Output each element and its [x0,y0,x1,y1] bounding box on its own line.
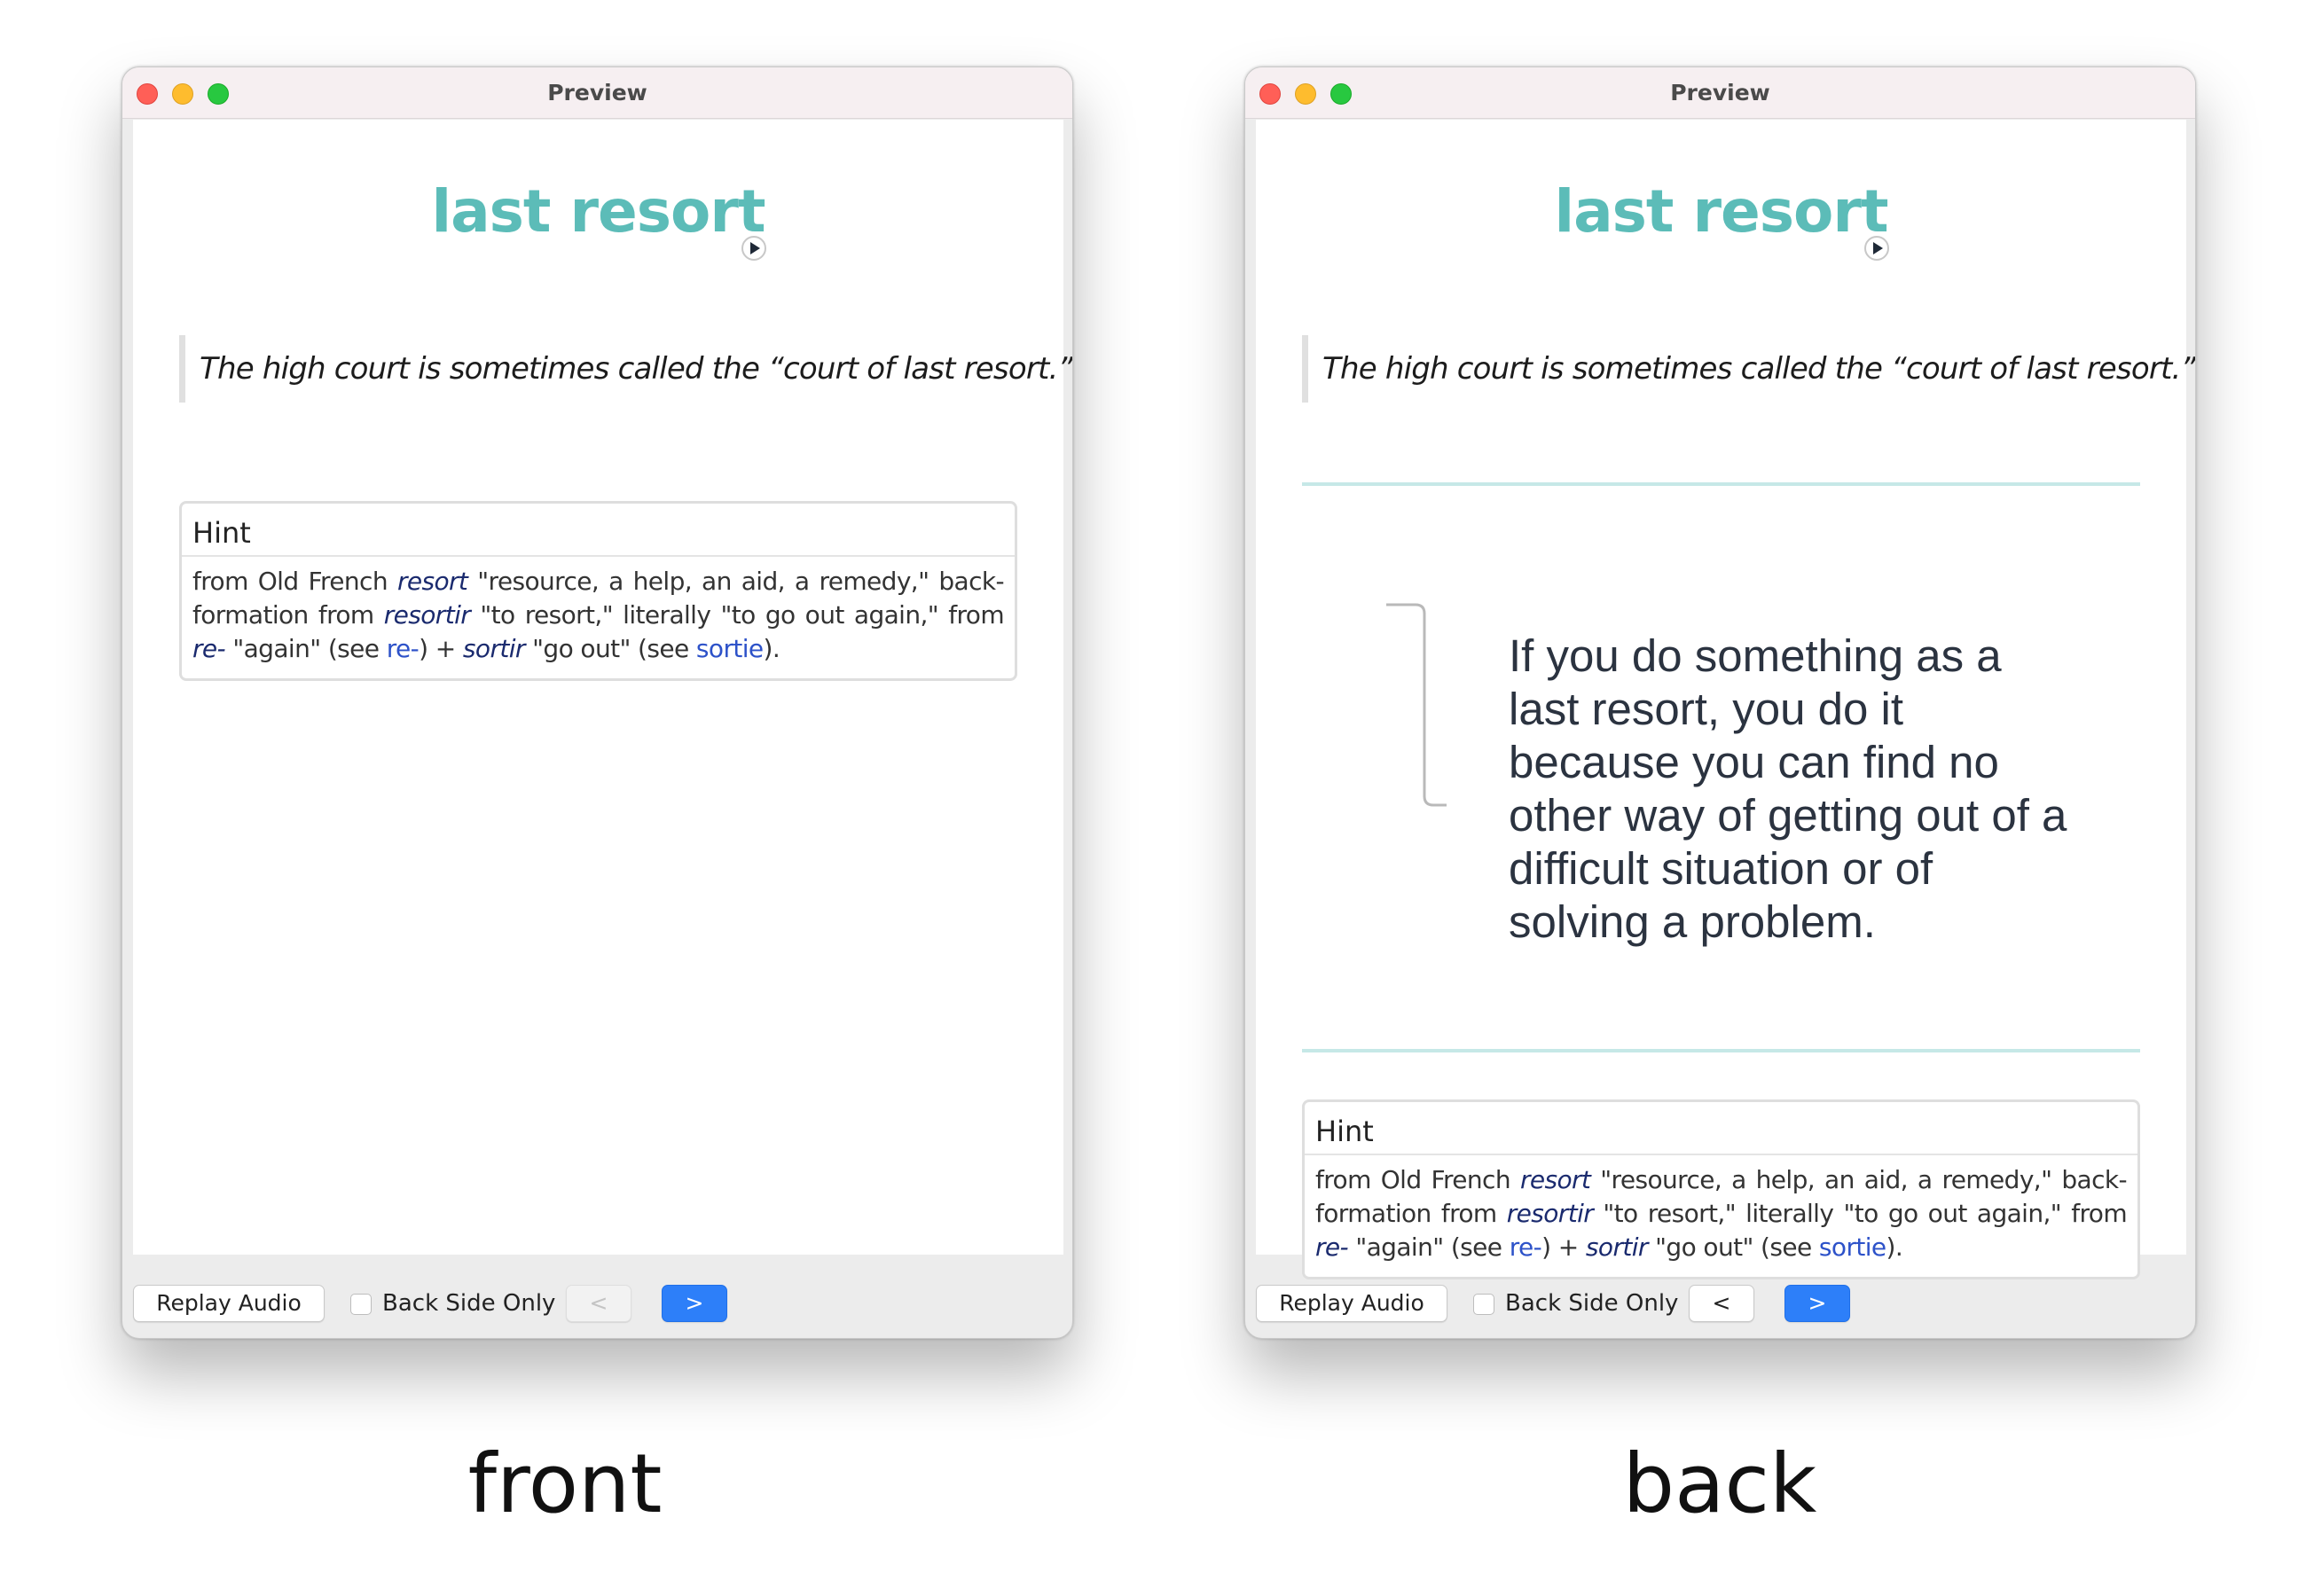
previous-button[interactable]: < [566,1285,631,1322]
previous-button[interactable]: < [1689,1285,1754,1322]
back-side-only-checkbox[interactable] [350,1294,372,1315]
hint-etymology: from Old French resort "resource, a help… [1305,1155,2137,1264]
preview-window-front: Preview last resort The high court is so… [122,66,1073,1339]
caption-back: back [1622,1436,1817,1531]
hint-text: "to resort," literally "to go out again,… [470,600,1004,630]
hint-term: resort [396,567,468,596]
hint-term: re- [192,634,226,663]
hint-text: "to resort," literally "to go out again,… [1593,1199,2127,1228]
hint-text: ) + [419,634,463,663]
hint-text: "go out" (see [524,634,696,663]
title-bar: Preview [122,67,1072,119]
title-bar: Preview [1245,67,2195,119]
preview-toolbar: Replay Audio Back Side Only < > [1245,1255,2195,1338]
hint-link-sortie[interactable]: sortie [696,634,764,663]
hint-box: Hint from Old French resort "resource, a… [1302,1099,2140,1279]
hint-text: ). [763,634,780,663]
preview-toolbar: Replay Audio Back Side Only < > [122,1255,1072,1338]
hint-term: resort [1519,1165,1591,1194]
example-sentence: The high court is sometimes called the “… [179,335,1072,403]
hint-term: resortir [1506,1199,1594,1228]
next-button[interactable]: > [662,1285,727,1322]
hint-term: resortir [383,600,471,630]
definition-text: If you do something as a last resort, yo… [1509,630,2067,947]
hint-link-re[interactable]: re- [387,634,420,663]
back-side-only-label: Back Side Only [382,1290,556,1317]
hint-text: from Old French [192,567,397,596]
back-side-only-checkbox[interactable] [1473,1294,1494,1315]
preview-window-back: Preview last resort The high court is so… [1244,66,2196,1339]
bracket-icon [1386,603,1447,807]
card-view: last resort The high court is sometimes … [133,120,1072,1255]
hint-etymology: from Old French resort "resource, a help… [182,557,1015,666]
hint-title[interactable]: Hint [182,504,1015,557]
hint-text: from Old French [1315,1165,1520,1194]
hint-text: "again" (see [225,634,387,663]
hint-box: Hint from Old French resort "resource, a… [179,501,1017,681]
play-audio-icon[interactable] [741,235,767,262]
play-audio-icon[interactable] [1863,235,1890,262]
replay-audio-button[interactable]: Replay Audio [1256,1285,1447,1322]
back-side-only-label: Back Side Only [1505,1290,1679,1317]
divider [1302,482,2140,486]
card-view: last resort The high court is sometimes … [1256,120,2195,1279]
hint-title[interactable]: Hint [1305,1102,2137,1155]
window-title: Preview [1670,80,1770,106]
card-word: last resort [431,177,765,246]
replay-audio-button[interactable]: Replay Audio [133,1285,325,1322]
example-sentence: The high court is sometimes called the “… [1302,335,2195,403]
divider [1302,1049,2140,1052]
card-word: last resort [1554,177,1888,246]
window-title: Preview [547,80,647,106]
caption-front: front [467,1436,663,1531]
next-button[interactable]: > [1784,1285,1850,1322]
hint-term: sortir [462,634,526,663]
